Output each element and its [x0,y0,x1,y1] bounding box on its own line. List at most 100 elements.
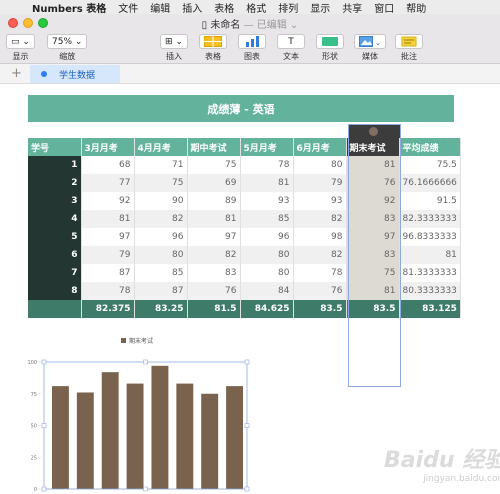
table-cell[interactable]: 75 [134,174,188,192]
footer-cell[interactable] [28,300,82,318]
table-cell[interactable]: 89 [187,192,241,210]
header-cell[interactable]: 6月月考 [293,138,347,156]
table-cell[interactable]: 98 [293,228,347,246]
table-cell[interactable]: 81.3333333 [399,264,461,282]
chart-resize-handle[interactable] [244,423,250,428]
menu-view[interactable]: 显示 [304,0,336,15]
header-cell[interactable]: 4月月考 [134,138,188,156]
menu-arrange[interactable]: 排列 [272,0,304,15]
chart-resize-handle[interactable] [41,486,47,492]
footer-cell[interactable]: 83.5 [346,300,400,318]
table-cell[interactable]: 82 [293,210,347,228]
row-label-cell[interactable]: 5 [28,228,82,246]
menu-help[interactable]: 帮助 [400,0,432,15]
table-cell[interactable]: 97 [187,228,241,246]
column-selection-handle[interactable] [348,124,401,138]
comment-button[interactable]: 批注 [395,34,423,62]
table-cell[interactable]: 68 [81,156,135,174]
document-title[interactable]: ▯ 未命名 — 已编辑 ⌄ [0,16,500,31]
table-row[interactable]: 4 81 82 81 85 82 83 82.3333333 [28,210,461,228]
table-cell[interactable]: 71 [134,156,188,174]
table-cell[interactable]: 87 [81,264,135,282]
table-row[interactable]: 3 92 90 89 93 93 92 91.5 [28,192,461,210]
table-cell[interactable]: 82 [293,246,347,264]
table-cell[interactable]: 78 [240,156,294,174]
table-cell[interactable]: 81 [346,156,400,174]
menu-edit[interactable]: 编辑 [144,0,176,15]
table-cell[interactable]: 69 [187,174,241,192]
table-cell[interactable]: 76 [293,282,347,300]
table-cell[interactable]: 78 [293,264,347,282]
table-button[interactable]: 表格 [199,34,227,62]
add-sheet-icon[interactable]: + [11,66,22,81]
menu-app-name[interactable]: Numbers 表格 [26,0,112,15]
table-cell[interactable]: 76.1666666 [399,174,461,192]
table-cell[interactable]: 97 [346,228,400,246]
table-cell[interactable]: 87 [134,282,188,300]
table-cell[interactable]: 84 [240,282,294,300]
table-cell[interactable]: 81 [346,282,400,300]
menu-share[interactable]: 共享 [336,0,368,15]
chart-legend[interactable]: 期末考试 [121,336,153,345]
table-cell[interactable]: 93 [293,192,347,210]
row-label-cell[interactable]: 7 [28,264,82,282]
table-cell[interactable]: 96 [134,228,188,246]
table-cell[interactable]: 82 [134,210,188,228]
table-cell[interactable]: 80 [240,264,294,282]
header-cell[interactable]: 平均成绩 [399,138,461,156]
menu-format[interactable]: 格式 [240,0,272,15]
table-cell[interactable]: 97 [81,228,135,246]
media-button[interactable]: ⌄ 媒体 [354,34,386,62]
chart-resize-handle[interactable] [143,486,148,492]
menu-file[interactable]: 文件 [112,0,144,15]
view-button[interactable]: ▭ ⌄ 显示 [6,34,35,62]
table-cell[interactable]: 80.3333333 [399,282,461,300]
table-cell[interactable]: 78 [81,282,135,300]
table-header-row[interactable]: 学号 3月月考 4月月考 期中考试 5月月考 6月月考 期末考试 平均成绩 [28,138,461,156]
table-row[interactable]: 7 87 85 83 80 78 75 81.3333333 [28,264,461,282]
table-cell[interactable]: 82 [187,246,241,264]
table-cell[interactable]: 79 [81,246,135,264]
sheet-canvas[interactable]: 成绩薄 - 英语 学号 3月月考 4月月考 期中考试 5月月考 6月月考 期末考试 平均成绩 1… [0,84,500,494]
table-cell[interactable]: 90 [134,192,188,210]
table-cell[interactable]: 93 [240,192,294,210]
table-cell[interactable]: 92 [81,192,135,210]
table-cell[interactable]: 75.5 [399,156,461,174]
table-cell[interactable]: 80 [240,246,294,264]
header-cell[interactable]: 学号 [28,138,82,156]
menu-table[interactable]: 表格 [208,0,240,15]
table-row[interactable]: 8 78 87 76 84 76 81 80.3333333 [28,282,461,300]
table-cell[interactable]: 75 [187,156,241,174]
table-cell[interactable]: 80 [293,156,347,174]
column-drag-knob-icon[interactable] [369,127,378,136]
zoom-button[interactable]: 75% ⌄ 缩放 [47,34,88,62]
shape-button[interactable]: 形状 [316,34,344,62]
chart-resize-handle[interactable] [143,359,148,365]
chart-button[interactable]: 图表 [238,34,266,62]
table-cell[interactable]: 91.5 [399,192,461,210]
table-cell[interactable]: 85 [240,210,294,228]
header-cell[interactable]: 5月月考 [240,138,294,156]
chart-resize-handle[interactable] [244,359,250,365]
table-row[interactable]: 2 77 75 69 81 79 76 76.1666666 [28,174,461,192]
table-footer-row[interactable]: 82.375 83.25 81.5 84.625 83.5 83.5 83.125 [28,300,461,318]
table-row[interactable]: 5 97 96 97 96 98 97 96.8333333 [28,228,461,246]
table-cell[interactable]: 76 [346,174,400,192]
menu-window[interactable]: 窗口 [368,0,400,15]
sheet-tab-student-data[interactable]: 学生数据 [30,65,120,83]
score-table[interactable]: 学号 3月月考 4月月考 期中考试 5月月考 6月月考 期末考试 平均成绩 1 68 71 75 78 8… [28,138,461,318]
table-cell[interactable]: 75 [346,264,400,282]
table-cell[interactable]: 83 [187,264,241,282]
header-cell[interactable]: 3月月考 [81,138,135,156]
table-cell[interactable]: 85 [134,264,188,282]
chart-resize-handle[interactable] [41,423,47,428]
menu-insert[interactable]: 插入 [176,0,208,15]
table-cell[interactable]: 81 [81,210,135,228]
footer-cell[interactable]: 84.625 [240,300,294,318]
row-label-cell[interactable]: 4 [28,210,82,228]
table-cell[interactable]: 79 [293,174,347,192]
table-cell[interactable]: 83 [346,246,400,264]
table-cell[interactable]: 80 [134,246,188,264]
row-label-cell[interactable]: 2 [28,174,82,192]
footer-cell[interactable]: 83.5 [293,300,347,318]
